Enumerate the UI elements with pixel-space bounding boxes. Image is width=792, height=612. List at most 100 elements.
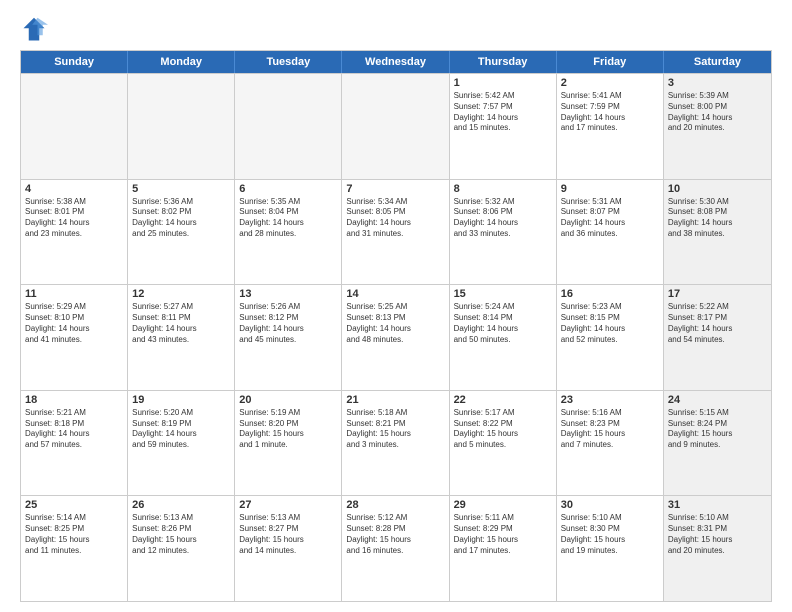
day-number: 21 [346,394,444,406]
day-number: 7 [346,183,444,195]
day-number: 13 [239,288,337,300]
day-number: 14 [346,288,444,300]
day-info: Sunrise: 5:19 AM Sunset: 8:20 PM Dayligh… [239,408,337,451]
day-info: Sunrise: 5:26 AM Sunset: 8:12 PM Dayligh… [239,302,337,345]
week-row-2: 4 Sunrise: 5:38 AM Sunset: 8:01 PM Daylig… [21,179,771,285]
day-info: Sunrise: 5:32 AM Sunset: 8:06 PM Dayligh… [454,197,552,240]
day-number: 22 [454,394,552,406]
day-number: 6 [239,183,337,195]
day-cell-26: 26 Sunrise: 5:13 AM Sunset: 8:26 PM Dayli… [128,496,235,601]
day-cell-9: 9 Sunrise: 5:31 AM Sunset: 8:07 PM Daylig… [557,180,664,285]
day-number: 19 [132,394,230,406]
day-info: Sunrise: 5:31 AM Sunset: 8:07 PM Dayligh… [561,197,659,240]
calendar: SundayMondayTuesdayWednesdayThursdayFrid… [20,50,772,602]
day-header-monday: Monday [128,51,235,73]
logo-icon [20,16,48,44]
day-info: Sunrise: 5:35 AM Sunset: 8:04 PM Dayligh… [239,197,337,240]
day-info: Sunrise: 5:13 AM Sunset: 8:27 PM Dayligh… [239,513,337,556]
week-row-3: 11 Sunrise: 5:29 AM Sunset: 8:10 PM Dayli… [21,284,771,390]
day-number: 30 [561,499,659,511]
day-number: 20 [239,394,337,406]
day-number: 8 [454,183,552,195]
day-cell-30: 30 Sunrise: 5:10 AM Sunset: 8:30 PM Dayli… [557,496,664,601]
day-cell-12: 12Sunrise: 5:27 AM Sunset: 8:11 PM Dayli… [128,285,235,390]
day-cell-14: 14Sunrise: 5:25 AM Sunset: 8:13 PM Dayli… [342,285,449,390]
day-cell-20: 20 Sunrise: 5:19 AM Sunset: 8:20 PM Dayli… [235,391,342,496]
day-cell-21: 21Sunrise: 5:18 AM Sunset: 8:21 PM Dayli… [342,391,449,496]
day-cell-24: 24 Sunrise: 5:15 AM Sunset: 8:24 PM Dayli… [664,391,771,496]
day-info: Sunrise: 5:16 AM Sunset: 8:23 PM Dayligh… [561,408,659,451]
day-number: 15 [454,288,552,300]
week-row-1: 1Sunrise: 5:42 AM Sunset: 7:57 PM Daylig… [21,73,771,179]
day-info: Sunrise: 5:39 AM Sunset: 8:00 PM Dayligh… [668,91,767,134]
day-number: 25 [25,499,123,511]
day-number: 11 [25,288,123,300]
day-info: Sunrise: 5:15 AM Sunset: 8:24 PM Dayligh… [668,408,767,451]
day-info: Sunrise: 5:38 AM Sunset: 8:01 PM Dayligh… [25,197,123,240]
day-cell-28: 28 Sunrise: 5:12 AM Sunset: 8:28 PM Dayli… [342,496,449,601]
day-cell-10: 10Sunrise: 5:30 AM Sunset: 8:08 PM Dayli… [664,180,771,285]
day-cell-empty-0-1 [128,74,235,179]
day-cell-3: 3 Sunrise: 5:39 AM Sunset: 8:00 PM Daylig… [664,74,771,179]
day-cell-6: 6 Sunrise: 5:35 AM Sunset: 8:04 PM Daylig… [235,180,342,285]
day-cell-empty-0-2 [235,74,342,179]
logo [20,16,52,44]
day-info: Sunrise: 5:10 AM Sunset: 8:30 PM Dayligh… [561,513,659,556]
week-row-4: 18 Sunrise: 5:21 AM Sunset: 8:18 PM Dayli… [21,390,771,496]
day-number: 3 [668,77,767,89]
day-info: Sunrise: 5:41 AM Sunset: 7:59 PM Dayligh… [561,91,659,134]
day-number: 23 [561,394,659,406]
calendar-body: 1Sunrise: 5:42 AM Sunset: 7:57 PM Daylig… [21,73,771,601]
day-cell-7: 7 Sunrise: 5:34 AM Sunset: 8:05 PM Daylig… [342,180,449,285]
day-number: 26 [132,499,230,511]
day-cell-13: 13 Sunrise: 5:26 AM Sunset: 8:12 PM Dayli… [235,285,342,390]
day-info: Sunrise: 5:34 AM Sunset: 8:05 PM Dayligh… [346,197,444,240]
day-info: Sunrise: 5:12 AM Sunset: 8:28 PM Dayligh… [346,513,444,556]
day-cell-empty-0-3 [342,74,449,179]
day-cell-23: 23 Sunrise: 5:16 AM Sunset: 8:23 PM Dayli… [557,391,664,496]
day-cell-16: 16Sunrise: 5:23 AM Sunset: 8:15 PM Dayli… [557,285,664,390]
day-cell-19: 19Sunrise: 5:20 AM Sunset: 8:19 PM Dayli… [128,391,235,496]
day-header-thursday: Thursday [450,51,557,73]
day-number: 9 [561,183,659,195]
day-cell-empty-0-0 [21,74,128,179]
day-cell-5: 5Sunrise: 5:36 AM Sunset: 8:02 PM Daylig… [128,180,235,285]
day-number: 1 [454,77,552,89]
day-headers: SundayMondayTuesdayWednesdayThursdayFrid… [21,51,771,73]
day-number: 31 [668,499,767,511]
header [20,16,772,44]
day-header-saturday: Saturday [664,51,771,73]
day-cell-29: 29Sunrise: 5:11 AM Sunset: 8:29 PM Dayli… [450,496,557,601]
day-info: Sunrise: 5:23 AM Sunset: 8:15 PM Dayligh… [561,302,659,345]
day-info: Sunrise: 5:22 AM Sunset: 8:17 PM Dayligh… [668,302,767,345]
day-cell-4: 4 Sunrise: 5:38 AM Sunset: 8:01 PM Daylig… [21,180,128,285]
day-header-sunday: Sunday [21,51,128,73]
day-cell-8: 8 Sunrise: 5:32 AM Sunset: 8:06 PM Daylig… [450,180,557,285]
day-info: Sunrise: 5:13 AM Sunset: 8:26 PM Dayligh… [132,513,230,556]
day-number: 28 [346,499,444,511]
page: SundayMondayTuesdayWednesdayThursdayFrid… [0,0,792,612]
day-header-tuesday: Tuesday [235,51,342,73]
day-info: Sunrise: 5:10 AM Sunset: 8:31 PM Dayligh… [668,513,767,556]
day-info: Sunrise: 5:27 AM Sunset: 8:11 PM Dayligh… [132,302,230,345]
day-cell-18: 18 Sunrise: 5:21 AM Sunset: 8:18 PM Dayli… [21,391,128,496]
day-cell-22: 22 Sunrise: 5:17 AM Sunset: 8:22 PM Dayli… [450,391,557,496]
day-info: Sunrise: 5:14 AM Sunset: 8:25 PM Dayligh… [25,513,123,556]
day-info: Sunrise: 5:11 AM Sunset: 8:29 PM Dayligh… [454,513,552,556]
day-number: 2 [561,77,659,89]
day-info: Sunrise: 5:36 AM Sunset: 8:02 PM Dayligh… [132,197,230,240]
day-number: 4 [25,183,123,195]
day-header-wednesday: Wednesday [342,51,449,73]
day-cell-17: 17Sunrise: 5:22 AM Sunset: 8:17 PM Dayli… [664,285,771,390]
day-number: 24 [668,394,767,406]
day-info: Sunrise: 5:17 AM Sunset: 8:22 PM Dayligh… [454,408,552,451]
day-cell-15: 15 Sunrise: 5:24 AM Sunset: 8:14 PM Dayli… [450,285,557,390]
day-number: 27 [239,499,337,511]
day-number: 18 [25,394,123,406]
day-info: Sunrise: 5:29 AM Sunset: 8:10 PM Dayligh… [25,302,123,345]
day-info: Sunrise: 5:24 AM Sunset: 8:14 PM Dayligh… [454,302,552,345]
day-cell-31: 31 Sunrise: 5:10 AM Sunset: 8:31 PM Dayli… [664,496,771,601]
week-row-5: 25 Sunrise: 5:14 AM Sunset: 8:25 PM Dayli… [21,495,771,601]
day-info: Sunrise: 5:30 AM Sunset: 8:08 PM Dayligh… [668,197,767,240]
day-info: Sunrise: 5:21 AM Sunset: 8:18 PM Dayligh… [25,408,123,451]
